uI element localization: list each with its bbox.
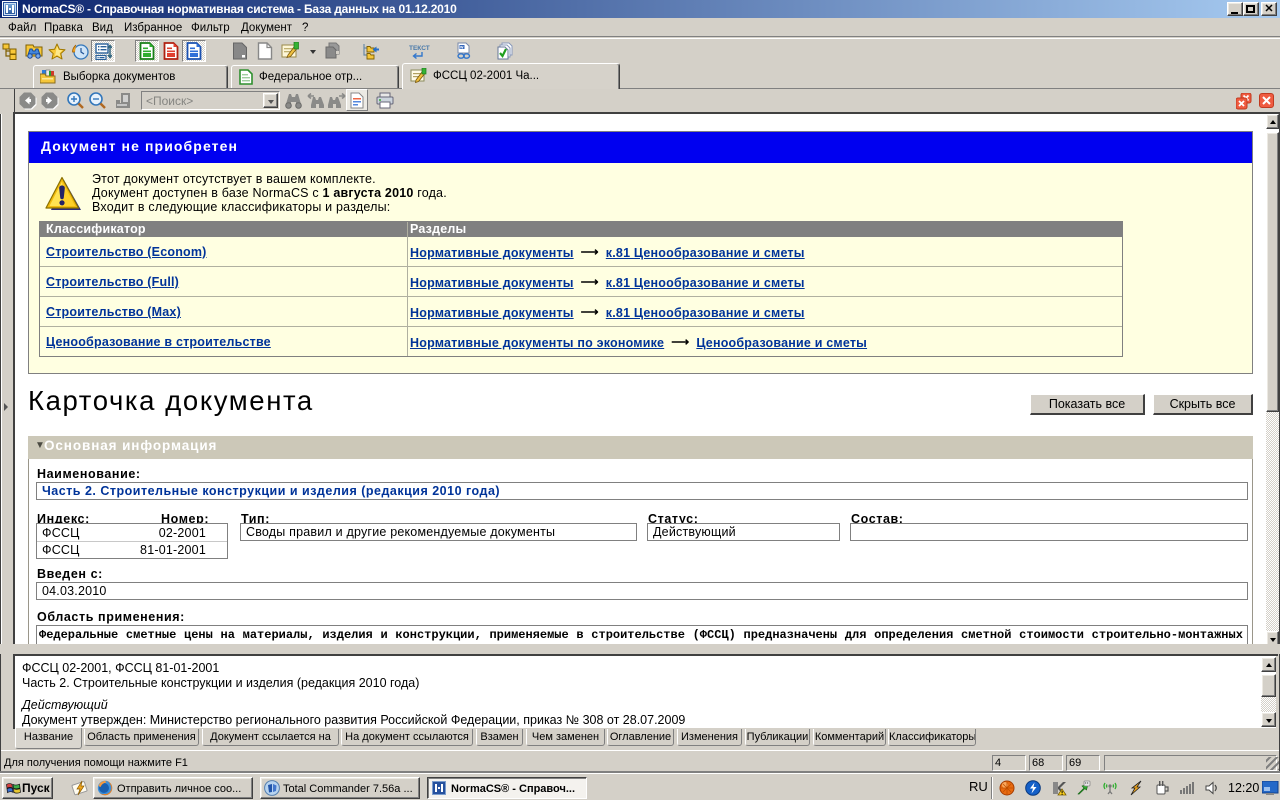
svg-text:ТЕКСТ: ТЕКСТ (409, 45, 430, 52)
svg-text:W: W (460, 46, 464, 50)
